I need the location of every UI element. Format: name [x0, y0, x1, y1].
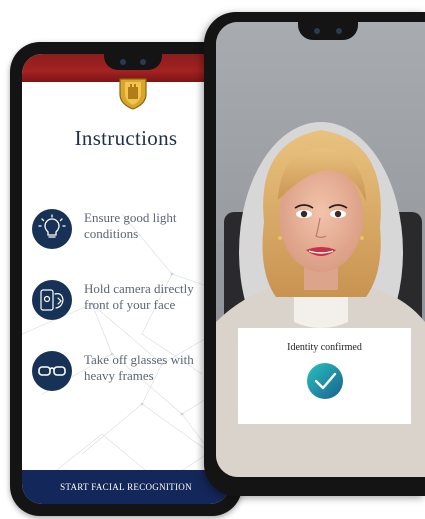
verification-screen: Identity confirmed: [216, 22, 425, 477]
shield-logo-icon: [119, 78, 147, 110]
phone-notch: [298, 22, 358, 40]
status-text: Identity confirmed: [287, 342, 362, 353]
instruction-item-glasses: Take off glasses with heavy frames: [32, 351, 230, 401]
sensor-icon: [140, 59, 146, 65]
camera-icon: [120, 59, 126, 65]
phone-camera-icon: [32, 280, 72, 320]
glasses-icon: [32, 351, 72, 391]
phone-notch: [104, 54, 162, 70]
camera-icon: [314, 28, 320, 34]
verification-phone: Identity confirmed: [204, 12, 425, 496]
instruction-item-camera: Hold camera directly front of your face: [32, 280, 230, 330]
page-title: Instructions: [74, 126, 178, 150]
start-facial-recognition-button[interactable]: START FACIAL RECOGNITION: [22, 470, 230, 504]
checkmark-icon: [307, 363, 343, 399]
sensor-icon: [336, 28, 342, 34]
instruction-item-light: Ensure good light conditions: [32, 209, 230, 259]
instructions-screen: Instructions Ensure good light condition…: [22, 54, 230, 504]
identity-confirmed-card: Identity confirmed: [238, 328, 411, 424]
lightbulb-icon: [32, 209, 72, 249]
